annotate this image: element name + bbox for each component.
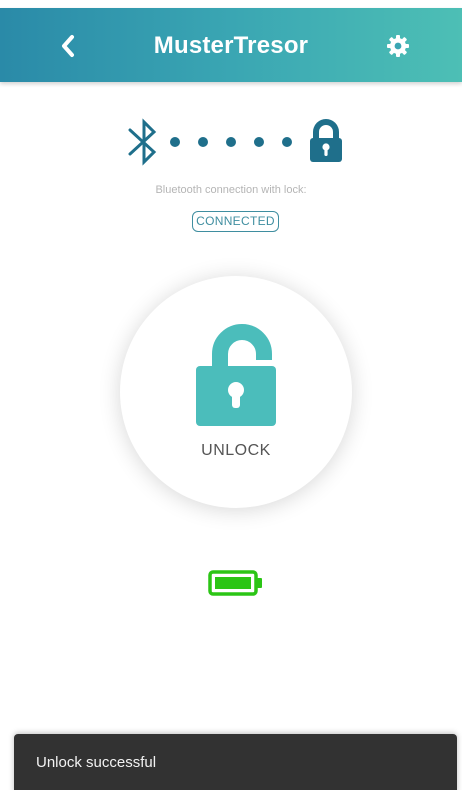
connection-dots xyxy=(170,137,292,147)
app-header: MusterTresor xyxy=(0,8,462,82)
unlock-label: UNLOCK xyxy=(201,442,271,459)
bluetooth-icon xyxy=(128,118,157,166)
gear-icon xyxy=(387,35,409,57)
unlock-button[interactable]: UNLOCK xyxy=(120,276,352,508)
snackbar-message: Unlock successful xyxy=(36,754,157,771)
lock-open-icon xyxy=(196,324,276,426)
status-badge: CONNECTED xyxy=(192,211,279,232)
snackbar: Unlock successful xyxy=(14,734,457,790)
battery-full-icon xyxy=(208,570,264,601)
settings-button[interactable] xyxy=(376,24,420,68)
connection-indicator xyxy=(128,118,348,168)
app-screen: MusterTresor Bluetooth connection with l… xyxy=(0,0,462,790)
lock-closed-icon xyxy=(310,119,342,162)
connection-label: Bluetooth connection with lock: xyxy=(155,184,307,196)
